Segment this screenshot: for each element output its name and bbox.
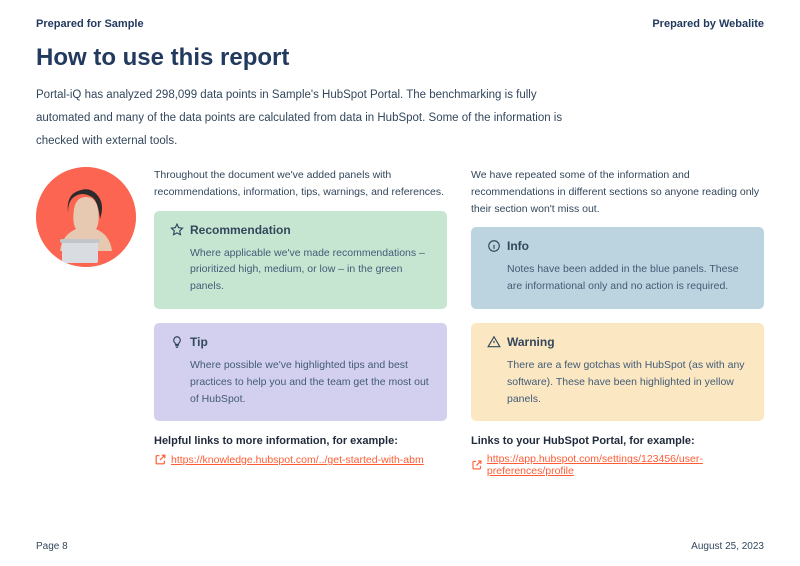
avatar-column (36, 167, 136, 477)
right-link-head: Links to your HubSpot Portal, for exampl… (471, 435, 764, 447)
warning-title: Warning (507, 335, 555, 349)
info-panel: Info Notes have been added in the blue p… (471, 227, 764, 309)
tip-title: Tip (190, 335, 208, 349)
info-title-row: Info (487, 239, 748, 253)
left-link-head: Helpful links to more information, for e… (154, 435, 447, 447)
tip-panel: Tip Where possible we've highlighted tip… (154, 323, 447, 421)
document-header: Prepared for Sample Prepared by Webalite (36, 18, 764, 30)
recommendation-title-row: Recommendation (170, 223, 431, 237)
warning-panel: Warning There are a few gotchas with Hub… (471, 323, 764, 421)
left-lead: Throughout the document we've added pane… (154, 167, 447, 201)
info-icon (487, 239, 501, 253)
left-column: Throughout the document we've added pane… (154, 167, 447, 477)
knowledge-link-text: https://knowledge.hubspot.com/../get-sta… (171, 454, 424, 466)
person-illustration-icon (36, 167, 136, 267)
lightbulb-icon (170, 335, 184, 349)
intro-paragraph: Portal-iQ has analyzed 298,099 data poin… (36, 84, 576, 153)
knowledge-link[interactable]: https://knowledge.hubspot.com/../get-sta… (154, 453, 447, 466)
columns: Throughout the document we've added pane… (154, 167, 764, 477)
warning-icon (487, 335, 501, 349)
recommendation-panel: Recommendation Where applicable we've ma… (154, 211, 447, 309)
external-link-icon (471, 459, 483, 472)
portal-link-text: https://app.hubspot.com/settings/123456/… (487, 453, 764, 477)
warning-title-row: Warning (487, 335, 748, 349)
info-title: Info (507, 239, 529, 253)
external-link-icon (154, 453, 167, 466)
tip-body: Where possible we've highlighted tips an… (170, 357, 431, 407)
page-number: Page 8 (36, 541, 68, 552)
document-footer: Page 8 August 25, 2023 (36, 541, 764, 552)
content-row: Throughout the document we've added pane… (36, 167, 764, 477)
right-column: We have repeated some of the information… (471, 167, 764, 477)
tip-title-row: Tip (170, 335, 431, 349)
recommendation-title: Recommendation (190, 223, 291, 237)
footer-date: August 25, 2023 (691, 541, 764, 552)
right-lead: We have repeated some of the information… (471, 167, 764, 217)
info-body: Notes have been added in the blue panels… (487, 261, 748, 295)
prepared-for: Prepared for Sample (36, 18, 144, 30)
prepared-by: Prepared by Webalite (652, 18, 764, 30)
portal-link[interactable]: https://app.hubspot.com/settings/123456/… (471, 453, 764, 477)
warning-body: There are a few gotchas with HubSpot (as… (487, 357, 748, 407)
page-title: How to use this report (36, 44, 764, 72)
avatar (36, 167, 136, 267)
star-icon (170, 223, 184, 237)
recommendation-body: Where applicable we've made recommendati… (170, 245, 431, 295)
